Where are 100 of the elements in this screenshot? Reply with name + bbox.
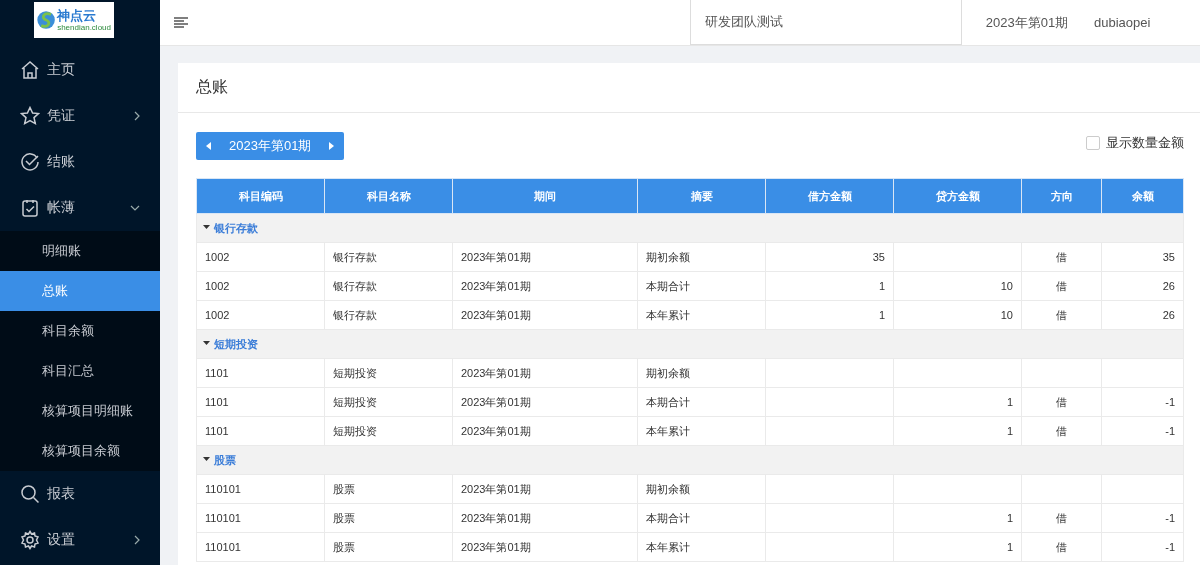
table-cell: 1101 [196, 358, 325, 388]
menu-label: 凭证 [47, 107, 76, 125]
table-cell: 2023年第01期 [452, 271, 638, 301]
table-cell: 26 [1101, 300, 1184, 330]
table-cell: 2023年第01期 [452, 242, 638, 272]
menu-item[interactable]: 结账 [0, 139, 160, 185]
home-icon [20, 60, 40, 80]
table-cell: 借 [1021, 271, 1102, 301]
group-title: 短期投资 [214, 336, 258, 352]
table-cell: 银行存款 [324, 300, 453, 330]
checkbox-label: 显示数量金额 [1106, 134, 1184, 152]
column-header: 方向 [1021, 178, 1102, 214]
table-cell: 2023年第01期 [452, 474, 638, 504]
caret-icon[interactable] [203, 224, 210, 232]
table-cell: 1 [893, 503, 1022, 533]
table-cell: 银行存款 [324, 242, 453, 272]
table-cell: 2023年第01期 [452, 503, 638, 533]
submenu-item[interactable]: 科目汇总 [0, 351, 160, 391]
table-cell: 本期合计 [637, 387, 766, 417]
submenu-item[interactable]: 明细账 [0, 231, 160, 271]
table-cell: 1 [765, 300, 894, 330]
table-cell: 短期投资 [324, 416, 453, 446]
table-cell: 1101 [196, 416, 325, 446]
table-cell: 股票 [324, 532, 453, 562]
table-cell: 1 [893, 387, 1022, 417]
menu-item[interactable]: 凭证 [0, 93, 160, 139]
team-selector[interactable]: 研发团队测试 [690, 0, 962, 45]
search-icon [20, 484, 40, 504]
star-icon [20, 106, 40, 126]
column-header: 借方金额 [765, 178, 894, 214]
table-cell: 2023年第01期 [452, 532, 638, 562]
menu-label: 帐薄 [47, 199, 76, 217]
column-header: 余额 [1101, 178, 1184, 214]
table-cell: 期初余额 [637, 358, 766, 388]
next-icon[interactable] [329, 142, 335, 150]
table-cell: 110101 [196, 532, 325, 562]
table-cell: 期初余额 [637, 474, 766, 504]
table-cell: 借 [1021, 387, 1102, 417]
table-cell: -1 [1101, 416, 1184, 446]
table-cell: 银行存款 [324, 271, 453, 301]
group-row[interactable]: 银行存款 [196, 213, 1184, 243]
submenu-item[interactable]: 核算项目明细账 [0, 391, 160, 431]
column-header: 贷方金额 [893, 178, 1022, 214]
table-cell: 1002 [196, 242, 325, 272]
caret-icon[interactable] [203, 456, 210, 464]
table-cell: 1101 [196, 387, 325, 417]
settings-icon [20, 530, 40, 550]
group-row[interactable]: 短期投资 [196, 329, 1184, 359]
table-cell: 2023年第01期 [452, 300, 638, 330]
table-cell: 110101 [196, 503, 325, 533]
submenu-item[interactable]: 科目余额 [0, 311, 160, 351]
table-cell: -1 [1101, 503, 1184, 533]
table-cell: 借 [1021, 532, 1102, 562]
table-cell: 本年累计 [637, 300, 766, 330]
table-cell: 本期合计 [637, 503, 766, 533]
page-title: 总账 [196, 77, 228, 97]
table-cell: 2023年第01期 [452, 358, 638, 388]
table-cell: 1 [893, 532, 1022, 562]
menu-label: 设置 [47, 531, 76, 549]
table-cell: 本年累计 [637, 532, 766, 562]
table-cell: 110101 [196, 474, 325, 504]
group-title: 股票 [214, 452, 236, 468]
menu-icon[interactable] [174, 17, 188, 28]
table-cell: 短期投资 [324, 358, 453, 388]
table-cell: 借 [1021, 300, 1102, 330]
column-header: 摘要 [637, 178, 766, 214]
table-cell: 短期投资 [324, 387, 453, 417]
clipboard-check-icon [20, 198, 40, 218]
table-cell: 1 [765, 271, 894, 301]
menu-label: 报表 [47, 485, 76, 503]
previous-icon[interactable] [206, 142, 211, 150]
period-label: 2023年第01期 [229, 137, 312, 155]
header-period: 2023年第01期 [984, 13, 1070, 32]
table-cell: 本期合计 [637, 271, 766, 301]
checkbox[interactable] [1086, 136, 1100, 150]
logo-text: 神点云 [57, 7, 97, 23]
menu-item[interactable]: 报表 [0, 471, 160, 517]
menu-item[interactable]: 主页 [0, 47, 160, 93]
table-cell: 借 [1021, 416, 1102, 446]
caret-icon[interactable] [203, 340, 210, 348]
menu-item[interactable]: 设置 [0, 517, 160, 563]
table-cell: 本年累计 [637, 416, 766, 446]
menu-item[interactable]: 帐薄 [0, 185, 160, 231]
table-cell: 股票 [324, 474, 453, 504]
menu-label: 结账 [47, 153, 76, 171]
table-cell: 10 [893, 300, 1022, 330]
user-name[interactable]: dubiaopei [1092, 0, 1200, 45]
submenu-item[interactable]: 核算项目余额 [0, 431, 160, 471]
table-cell: 1 [893, 416, 1022, 446]
table-cell: 借 [1021, 242, 1102, 272]
table-cell: 35 [765, 242, 894, 272]
group-row[interactable]: 股票 [196, 445, 1184, 475]
column-header: 科目编码 [196, 178, 325, 214]
table-cell: 1002 [196, 271, 325, 301]
table-cell: 期初余额 [637, 242, 766, 272]
column-header: 期间 [452, 178, 638, 214]
table-cell: 35 [1101, 242, 1184, 272]
table-cell: 10 [893, 271, 1022, 301]
column-header: 科目名称 [324, 178, 453, 214]
check-circle-icon [20, 152, 40, 172]
